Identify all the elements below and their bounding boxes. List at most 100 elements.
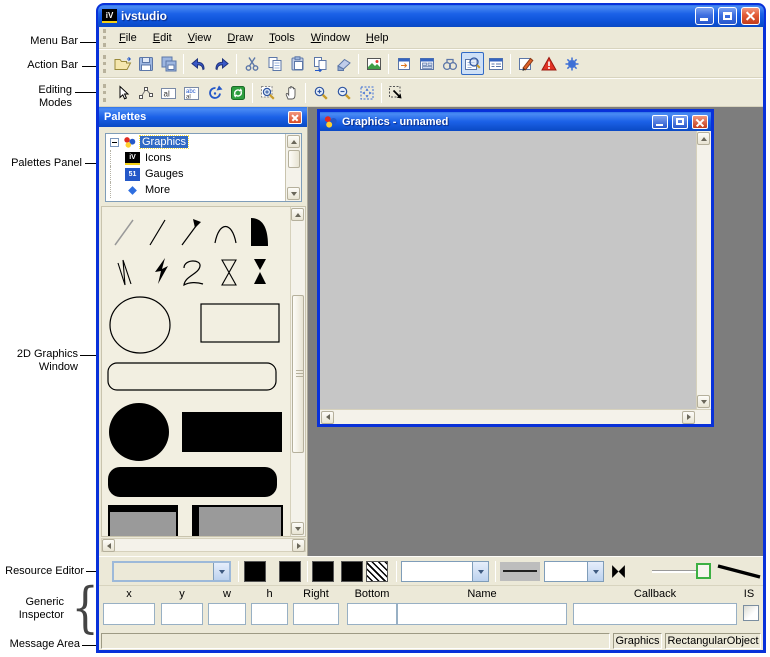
palette-shape-line[interactable]: [148, 218, 167, 247]
child-close-button[interactable]: [692, 115, 708, 129]
fill-color-swatch[interactable]: [312, 561, 334, 582]
palette-shape-arrow[interactable]: [180, 217, 203, 247]
callback-field[interactable]: [573, 603, 737, 625]
cut-button[interactable]: [240, 52, 263, 75]
palette-shape-filled-rounded-rectangle[interactable]: [108, 467, 277, 497]
binoculars-button[interactable]: [438, 52, 461, 75]
scroll-right-button[interactable]: [682, 411, 695, 424]
erase-button[interactable]: [332, 52, 355, 75]
canvas-horizontal-scrollbar[interactable]: [320, 409, 711, 424]
fit-view-button[interactable]: [355, 81, 378, 104]
drag-copy-button[interactable]: [385, 81, 408, 104]
alpha-slider-handle[interactable]: [696, 563, 711, 579]
name-field[interactable]: [397, 603, 567, 625]
scroll-thumb[interactable]: [288, 150, 300, 168]
menu-edit[interactable]: Edit: [145, 29, 180, 47]
scroll-up-button[interactable]: [697, 132, 710, 145]
tree-expander-icon[interactable]: [110, 138, 119, 147]
palette-horizontal-scrollbar[interactable]: [101, 538, 306, 552]
menu-draw[interactable]: Draw: [219, 29, 261, 47]
foreground-color-swatch[interactable]: [244, 561, 266, 582]
resource-combo-2[interactable]: [401, 561, 489, 582]
line-width-preview[interactable]: [716, 562, 762, 581]
scroll-thumb[interactable]: [292, 295, 304, 453]
scroll-down-button[interactable]: [291, 522, 304, 535]
child-minimize-button[interactable]: [652, 115, 668, 129]
pan-button[interactable]: [279, 81, 302, 104]
scroll-up-button[interactable]: [291, 208, 304, 221]
zoom-out-button[interactable]: [332, 81, 355, 104]
resize-window-button[interactable]: [392, 52, 415, 75]
palettes-title-bar[interactable]: Palettes: [99, 107, 307, 127]
palette-shape-filled-ellipse[interactable]: [108, 402, 170, 462]
background-color-swatch[interactable]: [279, 561, 301, 582]
tree-item-more[interactable]: More: [106, 182, 301, 198]
search-form-button[interactable]: [461, 52, 484, 75]
is-checkbox[interactable]: [743, 605, 759, 621]
scroll-up-button[interactable]: [287, 135, 300, 148]
h-field[interactable]: [251, 603, 288, 625]
resource-combo-3[interactable]: [544, 561, 604, 582]
save-button[interactable]: [134, 52, 157, 75]
menu-help[interactable]: Help: [358, 29, 397, 47]
vertex-edit-button[interactable]: [134, 81, 157, 104]
tree-item-icons[interactable]: iV Icons: [106, 150, 301, 166]
combo-dropdown-button[interactable]: [587, 562, 603, 581]
palette-shape-zigzag[interactable]: [115, 257, 140, 287]
scroll-down-button[interactable]: [697, 395, 710, 408]
close-button[interactable]: [741, 7, 760, 25]
palette-shape-filled-rectangle[interactable]: [182, 412, 282, 452]
refresh-mode-button[interactable]: [226, 81, 249, 104]
maximize-button[interactable]: [718, 7, 737, 25]
label-mode-button[interactable]: al: [157, 81, 180, 104]
undo-button[interactable]: [187, 52, 210, 75]
zoom-in-button[interactable]: [309, 81, 332, 104]
line-color-swatch[interactable]: [341, 561, 363, 582]
w-field[interactable]: [208, 603, 246, 625]
multiline-label-mode-button[interactable]: abcal: [180, 81, 203, 104]
tree-item-gauges[interactable]: 51 Gauges: [106, 166, 301, 182]
pattern-swatch[interactable]: [366, 561, 388, 582]
redo-button[interactable]: [210, 52, 233, 75]
edit-pen-button[interactable]: [514, 52, 537, 75]
graphics-window-title-bar[interactable]: Graphics - unnamed: [320, 112, 711, 131]
menu-view[interactable]: View: [180, 29, 220, 47]
scroll-down-button[interactable]: [287, 187, 300, 200]
menu-window[interactable]: Window: [303, 29, 358, 47]
crescent-icon[interactable]: [632, 563, 649, 580]
combo-dropdown-button[interactable]: [213, 563, 229, 580]
child-maximize-button[interactable]: [672, 115, 688, 129]
graphics-canvas[interactable]: [320, 131, 696, 409]
title-bar[interactable]: iV ivstudio: [98, 5, 764, 27]
right-field[interactable]: [293, 603, 339, 625]
palette-shape-filled-quarter[interactable]: [248, 215, 270, 247]
tree-item-graphics[interactable]: Graphics: [106, 134, 301, 150]
scroll-left-button[interactable]: [102, 539, 115, 552]
palette-vertical-scrollbar[interactable]: [290, 207, 305, 536]
y-field[interactable]: [161, 603, 203, 625]
palette-shape-rounded-rectangle[interactable]: [107, 362, 277, 391]
palette-shape-spline[interactable]: [180, 257, 205, 288]
tree-label-gauges[interactable]: Gauges: [143, 168, 186, 180]
list-editor-button[interactable]: [484, 52, 507, 75]
palette-shape-rectangle[interactable]: [200, 303, 280, 343]
palette-shape-crossed-polygon[interactable]: [218, 257, 240, 287]
line-style-preview[interactable]: [500, 562, 540, 581]
bug-button[interactable]: [560, 52, 583, 75]
paste-button[interactable]: [286, 52, 309, 75]
image-button[interactable]: [362, 52, 385, 75]
scroll-left-button[interactable]: [321, 411, 334, 424]
palette-shape-ellipse[interactable]: [108, 295, 172, 355]
palettes-close-button[interactable]: [288, 111, 302, 124]
action-bar-grip[interactable]: [103, 55, 108, 73]
tree-label-graphics[interactable]: Graphics: [140, 136, 188, 148]
bowtie-icon[interactable]: [610, 563, 627, 580]
copy-button[interactable]: [263, 52, 286, 75]
tree-label-more[interactable]: More: [143, 184, 172, 196]
save-all-button[interactable]: [157, 52, 180, 75]
warning-button[interactable]: [537, 52, 560, 75]
editing-bar-grip[interactable]: [103, 84, 108, 102]
zoom-region-button[interactable]: [256, 81, 279, 104]
open-button[interactable]: [111, 52, 134, 75]
palette-shape-gray-line[interactable]: [113, 218, 135, 247]
